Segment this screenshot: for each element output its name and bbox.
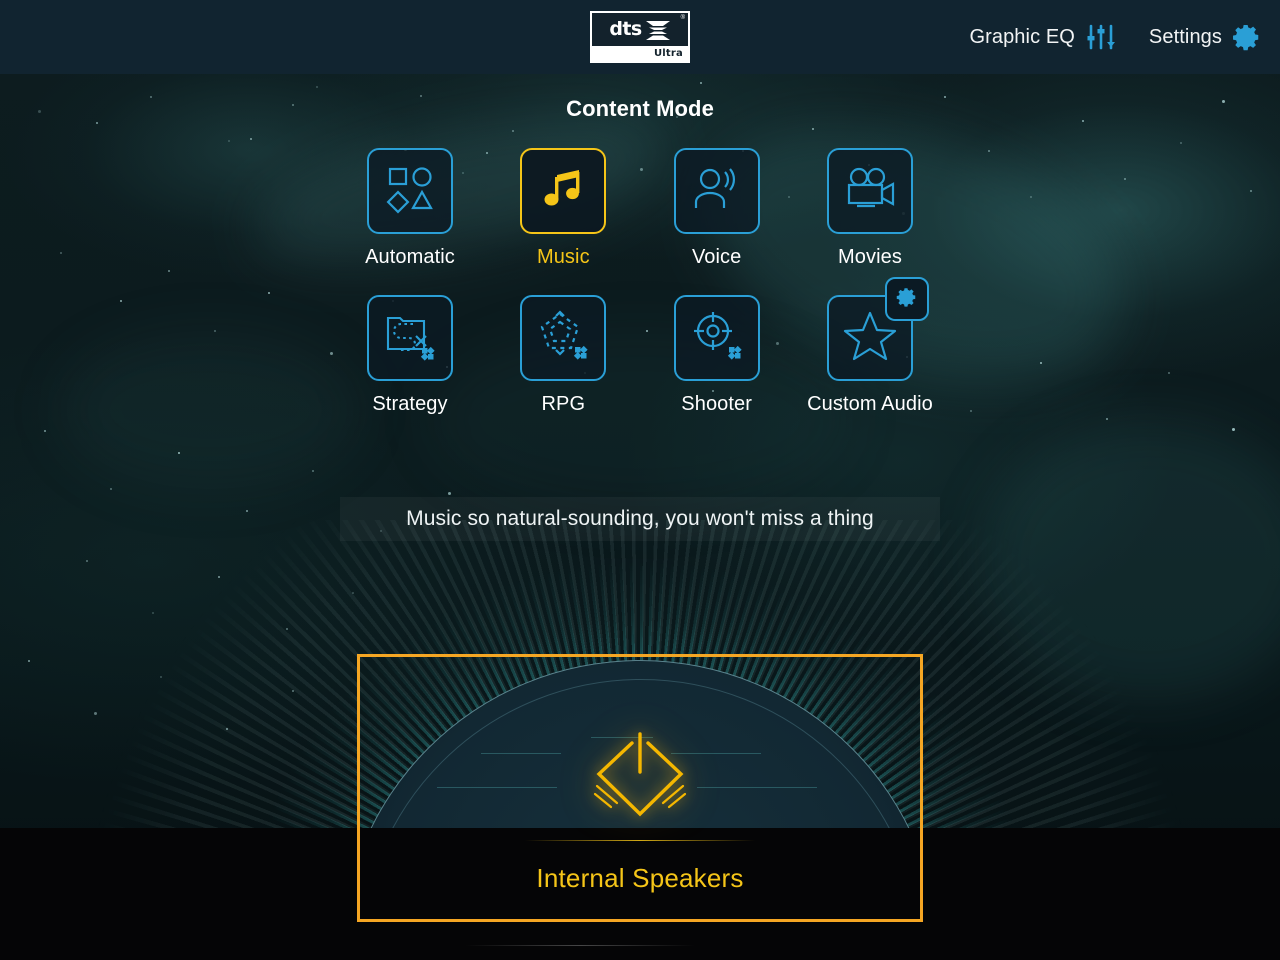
mode-label-custom-audio: Custom Audio	[807, 393, 933, 415]
device-divider-bottom	[465, 945, 695, 946]
header-actions: Graphic EQ Settings	[969, 0, 1262, 74]
mode-tile-automatic[interactable]	[367, 148, 453, 234]
content-mode-row-1: Automatic Music Voice Movies	[340, 148, 940, 269]
content-mode-grid: Automatic Music Voice Movies Strategy RP…	[340, 148, 940, 416]
mode-tagline-text: Music so natural-sounding, you won't mis…	[406, 507, 874, 530]
music-note-icon	[539, 165, 587, 218]
logo-brand-text: dts	[609, 18, 642, 40]
mode-label-shooter: Shooter	[681, 393, 753, 415]
device-label-block[interactable]: Internal Speakers	[357, 828, 923, 922]
mode-label-rpg: RPG	[541, 393, 586, 415]
power-diamond-icon[interactable]	[575, 710, 705, 830]
content-mode-row-2: Strategy RPG Shooter Custom Audio	[340, 277, 940, 416]
mode-tile-movies[interactable]	[826, 148, 913, 234]
movie-camera-icon	[843, 166, 897, 217]
mode-item-voice[interactable]: Voice	[647, 148, 787, 269]
custom-audio-settings-button[interactable]	[884, 277, 929, 321]
content-mode-title: Content Mode	[566, 96, 714, 121]
person-speaking-icon	[691, 164, 743, 219]
mode-label-voice: Voice	[691, 246, 742, 268]
mode-item-movies[interactable]: Movies	[800, 148, 940, 269]
dtsx-x-icon	[645, 19, 671, 41]
logo-edition-bar: Ultra	[592, 46, 688, 61]
mode-label-music: Music	[536, 246, 590, 268]
dome-tick	[437, 787, 557, 788]
mode-label-automatic: Automatic	[365, 246, 455, 268]
graphic-eq-label[interactable]: Graphic EQ	[969, 26, 1074, 49]
equalizer-sliders-icon[interactable]	[1085, 22, 1117, 52]
mode-item-rpg[interactable]: RPG	[493, 295, 633, 416]
mode-item-automatic[interactable]: Automatic	[340, 148, 480, 269]
mode-item-strategy[interactable]: Strategy	[340, 295, 480, 416]
mode-item-custom-audio[interactable]: Custom Audio	[800, 277, 940, 416]
dome-tick	[697, 787, 817, 788]
device-divider	[525, 840, 755, 841]
settings-label[interactable]: Settings	[1149, 26, 1222, 49]
dtsx-ultra-app: dts ® Ultra Graphic EQ Settings Content …	[0, 0, 1280, 960]
mode-tile-music[interactable]	[520, 148, 607, 234]
mode-item-shooter[interactable]: Shooter	[647, 295, 787, 416]
mode-label-strategy: Strategy	[372, 393, 448, 415]
app-header: dts ® Ultra Graphic EQ Settings	[0, 0, 1280, 74]
device-name-label: Internal Speakers	[536, 863, 744, 893]
gear-icon[interactable]	[1232, 22, 1262, 52]
mode-item-music[interactable]: Music	[493, 148, 633, 269]
mode-tile-shooter[interactable]	[673, 295, 760, 381]
mode-tile-rpg[interactable]	[520, 295, 607, 381]
mode-tile-custom-audio[interactable]	[826, 277, 929, 381]
rpg-diamond-icon	[536, 309, 590, 367]
mode-tile-voice[interactable]	[673, 148, 760, 234]
mode-label-movies: Movies	[838, 246, 902, 268]
registered-mark: ®	[680, 15, 685, 21]
mode-tagline-band: Music so natural-sounding, you won't mis…	[340, 497, 940, 541]
gear-icon	[896, 286, 918, 313]
crosshair-icon	[690, 310, 744, 367]
strategy-map-icon	[383, 310, 437, 367]
dtsx-ultra-logo: dts ® Ultra	[590, 11, 690, 63]
mode-tile-strategy[interactable]	[367, 295, 453, 381]
logo-edition-text: Ultra	[653, 47, 683, 59]
dome-tick	[481, 753, 561, 754]
shapes-icon	[384, 163, 436, 220]
logo-mark: dts ®	[592, 13, 688, 46]
